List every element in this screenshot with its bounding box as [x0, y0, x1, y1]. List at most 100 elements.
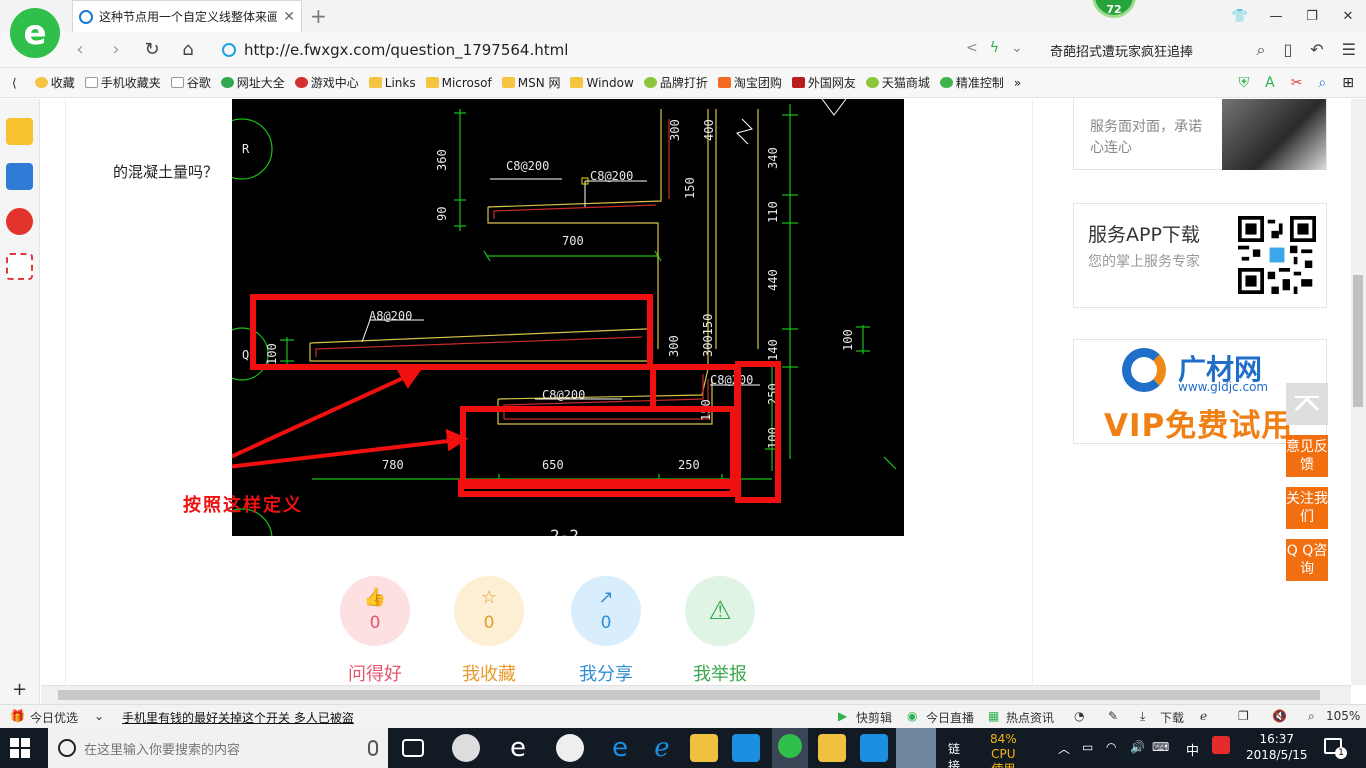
- add-sidebar-button[interactable]: +: [12, 679, 27, 700]
- windows-start-icon[interactable]: [10, 738, 30, 758]
- minimize-button[interactable]: —: [1258, 0, 1294, 32]
- speed-icon[interactable]: ◔: [1074, 709, 1084, 723]
- favorite-button[interactable]: ☆ 0 我收藏: [454, 576, 524, 685]
- live-link[interactable]: 今日直播: [926, 709, 974, 726]
- grid-icon[interactable]: ⊞: [1342, 75, 1354, 91]
- vertical-scroll-thumb[interactable]: [1353, 275, 1363, 407]
- bookmark-google[interactable]: 谷歌: [170, 74, 211, 91]
- bookmark-mobile[interactable]: 手机收藏夹: [84, 74, 161, 91]
- tray-expand-icon[interactable]: ︿: [1058, 740, 1070, 757]
- today-picks-link[interactable]: 今日优选: [30, 709, 78, 726]
- bookmark-favorites[interactable]: 收藏: [34, 74, 75, 91]
- translate-icon[interactable]: A: [1265, 75, 1275, 91]
- window-icon[interactable]: ❐: [1238, 709, 1249, 723]
- share-circle[interactable]: ↗ 0: [571, 576, 641, 646]
- bookmarks-overflow[interactable]: »: [1014, 76, 1021, 90]
- maximize-button[interactable]: ❐: [1294, 0, 1330, 32]
- browser-logo[interactable]: e: [10, 8, 60, 58]
- horizontal-scrollbar[interactable]: [41, 685, 1351, 704]
- bird-app-icon[interactable]: [556, 734, 584, 762]
- report-circle[interactable]: ⚠: [685, 576, 755, 646]
- app-download-card[interactable]: 服务APP下载 您的掌上服务专家: [1073, 203, 1327, 308]
- zoom-level[interactable]: 105%: [1326, 709, 1360, 723]
- report-label[interactable]: 我举报: [685, 660, 755, 685]
- forward-button[interactable]: ›: [104, 38, 128, 62]
- back-button[interactable]: ‹: [68, 38, 92, 62]
- service-card[interactable]: 服务面对面，承诺心连心: [1073, 99, 1327, 170]
- email-icon[interactable]: [6, 253, 33, 280]
- cpu-meter[interactable]: 84% CPU使用: [990, 732, 1017, 768]
- share-label[interactable]: 我分享: [571, 660, 641, 685]
- wifi-icon[interactable]: ◠: [1106, 740, 1116, 754]
- bookmark-directory[interactable]: 网址大全: [220, 74, 285, 91]
- microphone-icon[interactable]: [368, 740, 378, 756]
- feedback-button[interactable]: 意见反馈: [1286, 435, 1328, 477]
- bookmark-microsoft[interactable]: Microsof: [425, 76, 492, 90]
- skin-icon[interactable]: 👕: [1222, 0, 1258, 32]
- expand-icon[interactable]: ⌄: [94, 709, 104, 723]
- browser-tab[interactable]: 这种节点用一个自定义线整体来画 ✕: [72, 0, 302, 32]
- bookmark-windows[interactable]: Window: [570, 76, 634, 90]
- ie-browser-icon[interactable]: e: [504, 734, 532, 762]
- ie-mode-icon[interactable]: ℯ: [1200, 709, 1207, 723]
- image-viewer-icon[interactable]: [896, 728, 936, 768]
- reading-list-icon[interactable]: [6, 163, 33, 190]
- bookmark-links[interactable]: Links: [368, 76, 416, 90]
- bookmark-games[interactable]: 游戏中心: [294, 74, 359, 91]
- notes-app-icon[interactable]: [818, 734, 846, 762]
- internet-explorer-icon[interactable]: ℯ: [648, 734, 676, 762]
- remote-app-icon[interactable]: [860, 734, 888, 762]
- sogou-ime-icon[interactable]: [1212, 736, 1230, 754]
- search-icon[interactable]: ⌕: [1256, 40, 1265, 60]
- scissors-icon[interactable]: ✂: [1291, 75, 1303, 91]
- favorite-label[interactable]: 我收藏: [454, 660, 524, 685]
- task-view-icon[interactable]: [402, 739, 424, 757]
- news-ticker-link[interactable]: 手机里有钱的最好关掉这个开关 多人已被盗: [122, 709, 354, 726]
- share-button[interactable]: ↗ 0 我分享: [571, 576, 641, 685]
- back-to-top-button[interactable]: [1286, 383, 1328, 425]
- report-button[interactable]: ⚠ 我举报: [685, 576, 755, 685]
- edge-browser-icon[interactable]: e: [606, 734, 634, 762]
- bookmark-tmall[interactable]: 天猫商城: [865, 74, 930, 91]
- keyboard-icon[interactable]: ⌨: [1152, 740, 1169, 754]
- good-question-circle[interactable]: 👍 0: [340, 576, 410, 646]
- follow-us-button[interactable]: 关注我们: [1286, 487, 1328, 529]
- download-link[interactable]: 下载: [1160, 709, 1184, 726]
- good-question-label[interactable]: 问得好: [340, 660, 410, 685]
- notification-badge[interactable]: 72: [1092, 0, 1136, 18]
- share-icon[interactable]: <: [966, 40, 978, 56]
- quick-clip-link[interactable]: 快剪辑: [856, 709, 892, 726]
- qq-consult-button[interactable]: Q Q咨询: [1286, 539, 1328, 581]
- glodon-app-icon[interactable]: [732, 734, 760, 762]
- hot-news-link[interactable]: 热点资讯: [1006, 709, 1054, 726]
- favorites-star-icon[interactable]: [6, 118, 33, 145]
- home-button[interactable]: ⌂: [176, 38, 200, 62]
- search-suggestion[interactable]: 奇葩招式遭玩家疯狂追捧: [1050, 41, 1193, 60]
- menu-icon[interactable]: ☰: [1342, 40, 1356, 60]
- battery-icon[interactable]: ▭: [1082, 740, 1093, 754]
- weibo-icon[interactable]: [6, 208, 33, 235]
- 360-browser-taskbar-active[interactable]: [772, 728, 808, 768]
- file-explorer-icon[interactable]: [690, 734, 718, 762]
- horizontal-scroll-thumb[interactable]: [58, 690, 1320, 700]
- new-tab-button[interactable]: +: [310, 4, 327, 28]
- undo-icon[interactable]: ↶: [1310, 40, 1323, 60]
- pin-icon[interactable]: ✎: [1108, 709, 1118, 723]
- refresh-button[interactable]: ↻: [140, 38, 164, 62]
- action-center-icon[interactable]: 1: [1324, 738, 1347, 759]
- bookmark-msn[interactable]: MSN 网: [501, 74, 560, 91]
- shield-icon[interactable]: ⛨: [1239, 75, 1250, 91]
- bookmark-foreign[interactable]: 外国网友: [791, 74, 856, 91]
- close-tab-icon[interactable]: ✕: [283, 9, 295, 25]
- links-toolbar[interactable]: 链接: [948, 740, 960, 768]
- url-field[interactable]: http://e.fwxgx.com/question_1797564.html: [222, 37, 1042, 63]
- input-method-indicator[interactable]: 中: [1186, 740, 1199, 759]
- taskbar-clock[interactable]: 16:37 2018/5/15: [1246, 731, 1308, 763]
- magnifier-icon[interactable]: ⌕: [1318, 75, 1326, 91]
- vertical-scrollbar[interactable]: [1351, 99, 1366, 685]
- bookmark-taobao[interactable]: 淘宝团购: [717, 74, 782, 91]
- bookmark-control[interactable]: 精准控制: [939, 74, 1004, 91]
- chevron-down-icon[interactable]: ⌄: [1011, 40, 1023, 56]
- favorite-circle[interactable]: ☆ 0: [454, 576, 524, 646]
- lightning-icon[interactable]: ϟ: [990, 40, 999, 56]
